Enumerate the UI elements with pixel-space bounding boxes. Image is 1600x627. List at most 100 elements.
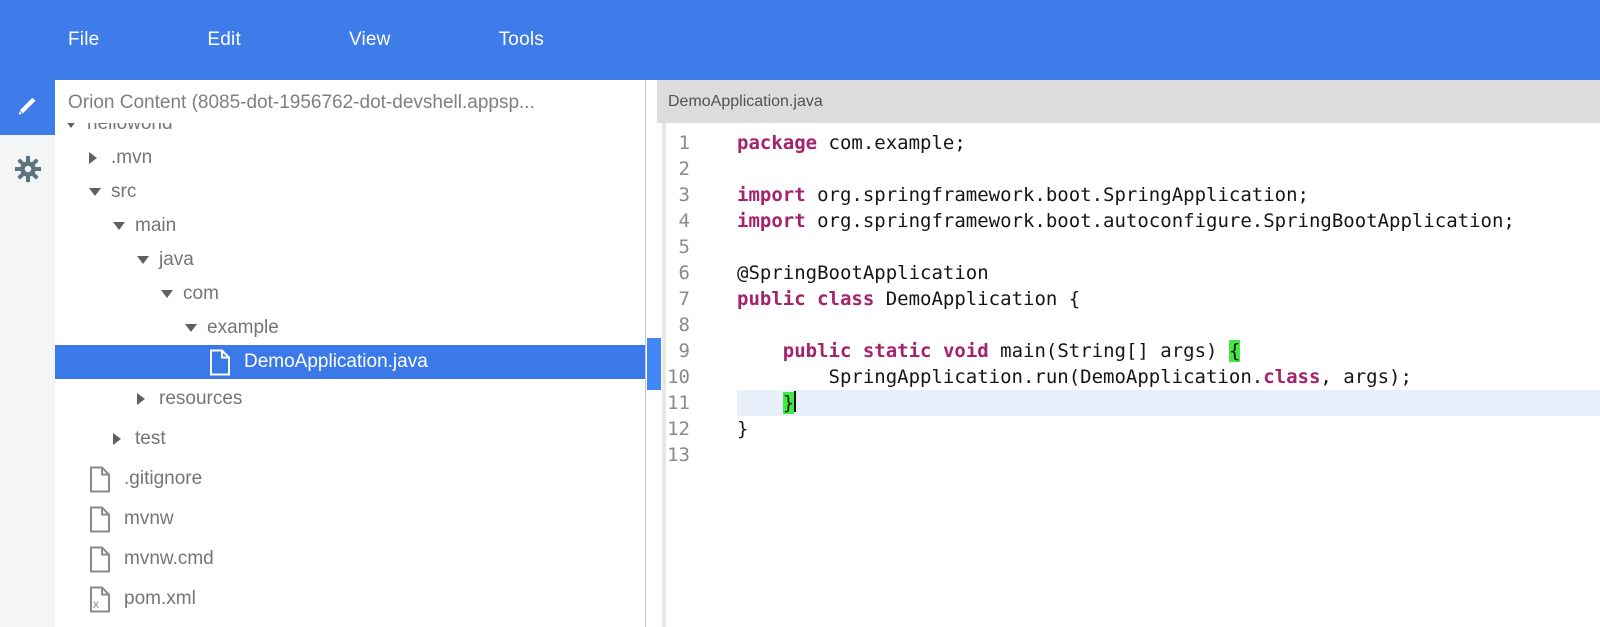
code-line-text[interactable]: } (737, 416, 1600, 442)
chevron-right-icon[interactable] (89, 152, 97, 164)
code-line-12[interactable]: 12} (647, 416, 1600, 442)
tree-item-resources[interactable]: resources (55, 379, 645, 419)
line-number: 9 (647, 338, 690, 364)
svg-text:x: x (93, 597, 99, 611)
folding-ruler (690, 442, 737, 468)
code-line-text[interactable]: SpringApplication.run(DemoApplication.cl… (737, 364, 1600, 390)
keyword-token: public (737, 288, 806, 310)
code-line-text[interactable] (737, 442, 1600, 468)
tree-item-test[interactable]: test (55, 419, 645, 459)
tree-item-com[interactable]: com (55, 277, 645, 311)
keyword-token: class (1263, 366, 1320, 388)
folding-ruler (690, 234, 737, 260)
code-token (737, 340, 783, 362)
tab-demoapplication-java[interactable]: DemoApplication.java (657, 80, 1600, 123)
text-caret (794, 391, 796, 412)
code-editor-panel: DemoApplication.java 1package com.exampl… (647, 80, 1600, 627)
tree-item-label: DemoApplication.java (242, 351, 428, 373)
menu-edit[interactable]: Edit (207, 29, 241, 51)
menu-tools[interactable]: Tools (499, 29, 544, 51)
chevron-right-icon[interactable] (113, 433, 121, 445)
menu-view[interactable]: View (349, 29, 391, 51)
code-line-6[interactable]: 6@SpringBootApplication (647, 260, 1600, 286)
code-line-13[interactable]: 13 (647, 442, 1600, 468)
file-explorer-panel: Orion Content (8085-dot-1956762-dot-devs… (55, 80, 646, 627)
code-line-text[interactable]: import org.springframework.boot.SpringAp… (737, 182, 1600, 208)
tree-item-main[interactable]: main (55, 209, 645, 243)
tree-item-src[interactable]: src (55, 175, 645, 209)
code-line-3[interactable]: 3import org.springframework.boot.SpringA… (647, 182, 1600, 208)
left-tool-rail (0, 80, 55, 627)
chevron-down-icon[interactable] (161, 290, 173, 298)
tree-item-mvn[interactable]: .mvn (55, 141, 645, 175)
tree-item-java[interactable]: java (55, 243, 645, 277)
tree-item-mvnw[interactable]: mvnw (55, 499, 645, 539)
file-tree: helloworld.mvnsrcmainjavacomexampleDemoA… (55, 107, 645, 619)
tree-item-demoapplication-java[interactable]: DemoApplication.java (55, 345, 645, 379)
chevron-down-icon[interactable] (185, 324, 197, 332)
folding-ruler (690, 286, 737, 312)
chevron-right-icon[interactable] (137, 393, 145, 405)
editor-tool-button[interactable] (0, 80, 55, 135)
code-token: com.example; (817, 132, 966, 154)
tree-item-label: .gitignore (122, 468, 202, 490)
tree-item-label: test (133, 428, 166, 450)
code-token: @SpringBootApplication (737, 262, 989, 284)
code-token: DemoApplication { (874, 288, 1080, 310)
tree-item-gitignore[interactable]: .gitignore (55, 459, 645, 499)
tree-item-example[interactable]: example (55, 311, 645, 345)
chevron-down-icon[interactable] (137, 256, 149, 264)
code-line-text[interactable]: @SpringBootApplication (737, 260, 1600, 286)
folding-ruler (690, 156, 737, 182)
code-line-text[interactable] (737, 156, 1600, 182)
code-line-text[interactable]: package com.example; (737, 130, 1600, 156)
code-line-text-current[interactable]: } (737, 390, 1600, 416)
line-number: 2 (647, 156, 690, 182)
code-token (806, 288, 817, 310)
keyword-token: import (737, 210, 806, 232)
tree-item-label: mvnw.cmd (122, 548, 214, 570)
code-line-2[interactable]: 2 (647, 156, 1600, 182)
file-icon (89, 506, 111, 533)
code-text-area[interactable]: 1package com.example;23import org.spring… (647, 123, 1600, 627)
code-token (737, 392, 783, 414)
tree-item-pom-xml[interactable]: x pom.xml (55, 579, 645, 619)
file-icon (89, 466, 111, 493)
keyword-token: void (943, 340, 989, 362)
matching-bracket-highlight: } (783, 392, 794, 414)
tree-item-mvnw-cmd[interactable]: mvnw.cmd (55, 539, 645, 579)
code-line-4[interactable]: 4import org.springframework.boot.autocon… (647, 208, 1600, 234)
code-line-1[interactable]: 1package com.example; (647, 130, 1600, 156)
line-number: 8 (647, 312, 690, 338)
line-number: 12 (647, 416, 690, 442)
tree-item-label: pom.xml (122, 588, 196, 610)
chevron-down-icon[interactable] (89, 188, 101, 196)
chevron-down-icon[interactable] (113, 222, 125, 230)
pencil-icon (14, 91, 42, 124)
tree-item-label: example (205, 317, 279, 339)
keyword-token: class (817, 288, 874, 310)
code-line-11[interactable]: 11 } (647, 390, 1600, 416)
code-token: org.springframework.boot.SpringApplicati… (806, 184, 1309, 206)
code-line-text[interactable]: public static void main(String[] args) { (737, 338, 1600, 364)
code-line-5[interactable]: 5 (647, 234, 1600, 260)
file-icon (89, 546, 111, 573)
code-line-text[interactable]: import org.springframework.boot.autoconf… (737, 208, 1600, 234)
folding-ruler (690, 390, 737, 416)
line-number: 10 (647, 364, 690, 390)
code-line-7[interactable]: 7public class DemoApplication { (647, 286, 1600, 312)
explorer-header: Orion Content (8085-dot-1956762-dot-devs… (55, 80, 645, 123)
code-line-text[interactable] (737, 312, 1600, 338)
tree-item-label: java (157, 249, 194, 271)
keyword-token: import (737, 184, 806, 206)
folding-ruler (690, 338, 737, 364)
settings-tool-button[interactable] (0, 144, 55, 199)
code-line-text[interactable]: public class DemoApplication { (737, 286, 1600, 312)
code-token (851, 340, 862, 362)
menu-file[interactable]: File (68, 29, 99, 51)
code-line-10[interactable]: 10 SpringApplication.run(DemoApplication… (647, 364, 1600, 390)
code-line-8[interactable]: 8 (647, 312, 1600, 338)
code-line-text[interactable] (737, 234, 1600, 260)
code-line-9[interactable]: 9 public static void main(String[] args)… (647, 338, 1600, 364)
line-number: 11 (647, 390, 690, 416)
